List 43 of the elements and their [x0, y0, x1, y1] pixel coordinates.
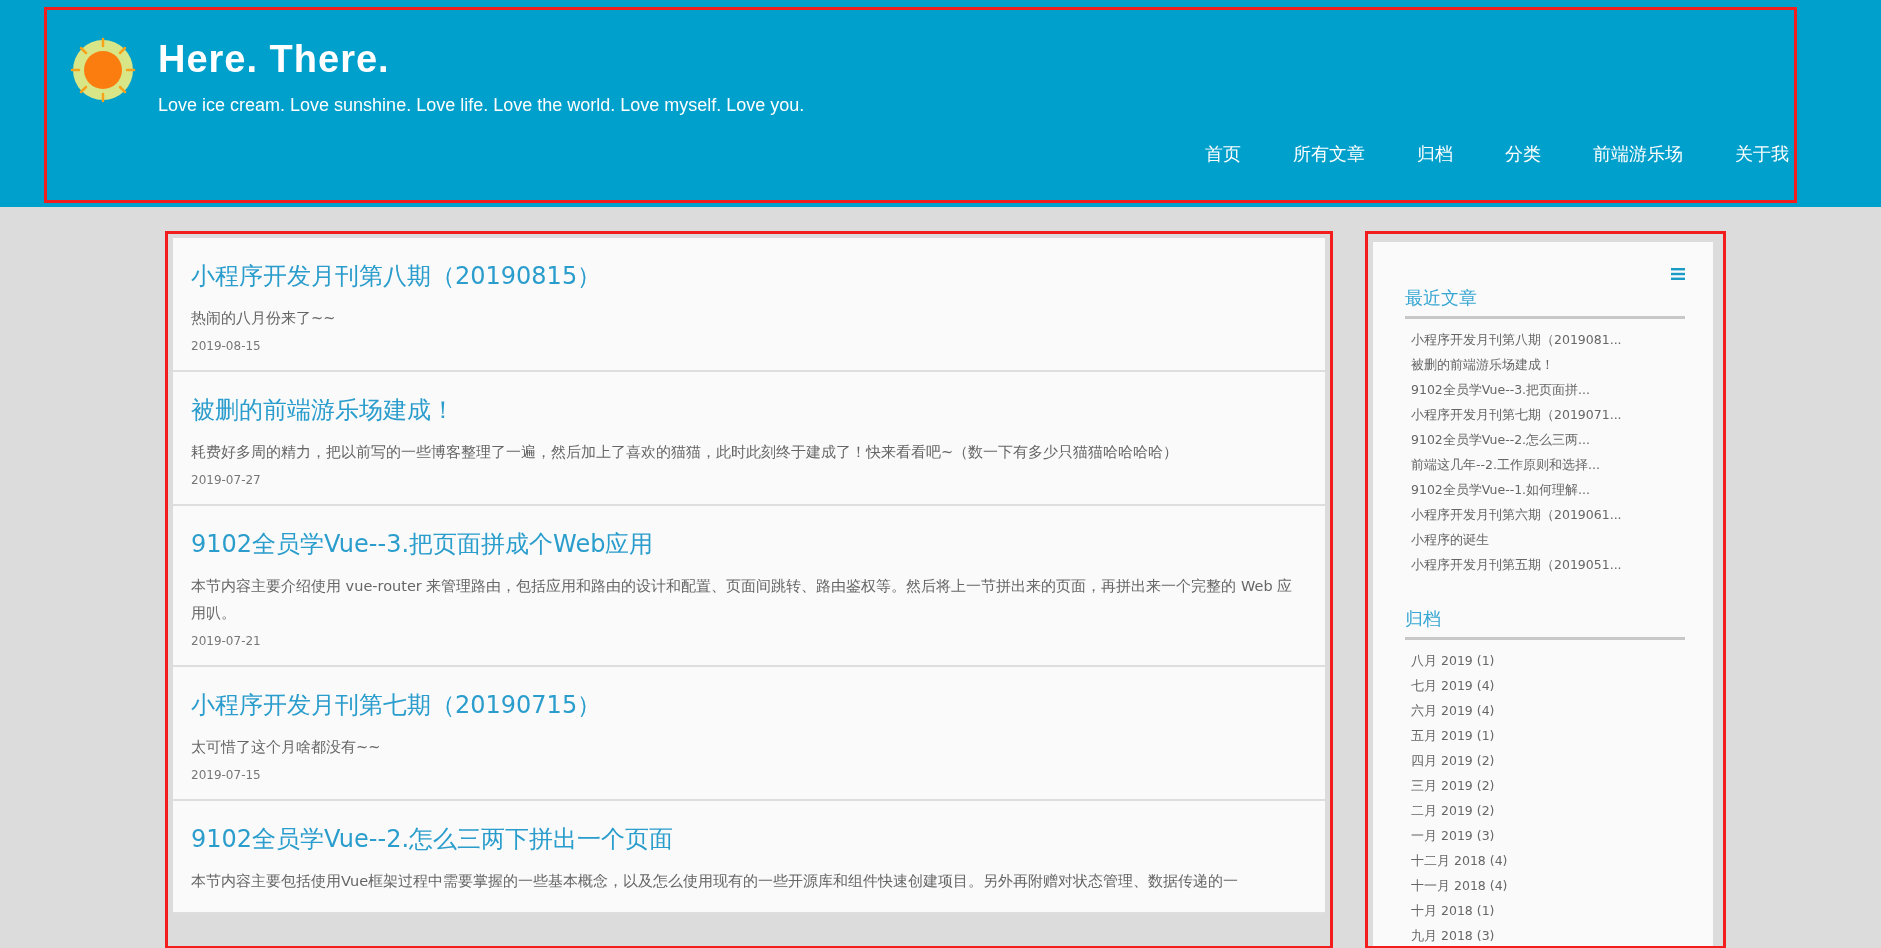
- sidebar-link[interactable]: 小程序开发月刊第八期（2019081...: [1405, 327, 1685, 352]
- sidebar-link[interactable]: 七月 2019 (4): [1405, 673, 1685, 698]
- sidebar-link[interactable]: 小程序开发月刊第六期（2019061...: [1405, 502, 1685, 527]
- site-tagline: Love ice cream. Love sunshine. Love life. Love the world. Love myself. Love you.: [158, 95, 805, 116]
- menu-icon[interactable]: [1671, 268, 1685, 280]
- sidebar-link[interactable]: 小程序的诞生: [1405, 527, 1685, 552]
- nav-link[interactable]: 前端游乐场: [1593, 142, 1683, 166]
- sidebar-link[interactable]: 一月 2019 (3): [1405, 823, 1685, 848]
- post-summary: 本节内容主要介绍使用 vue-router 来管理路由，包括应用和路由的设计和配置、页面间跳转、路由鉴权等。然后将上一节拼出来的页面，再拼出来一个完整的 Web 应用叭。: [191, 577, 1294, 623]
- sidebar-link[interactable]: 八月 2019 (1): [1405, 648, 1685, 673]
- sidebar-link[interactable]: 小程序开发月刊第七期（2019071...: [1405, 402, 1685, 427]
- sidebar-link[interactable]: 五月 2019 (1): [1405, 723, 1685, 748]
- sun-icon: [68, 35, 138, 105]
- sidebar-link[interactable]: 四月 2019 (2): [1405, 748, 1685, 773]
- post-date: 2019-07-15: [191, 768, 262, 782]
- sidebar-link[interactable]: 十二月 2018 (4): [1405, 848, 1685, 873]
- post-date: 2019-08-15: [191, 339, 262, 353]
- post-date: 2019-07-27: [191, 473, 262, 487]
- section-heading: 归档: [1405, 607, 1685, 640]
- post-summary: 太可惜了这个月啥都没有~~: [191, 738, 382, 757]
- sidebar-link[interactable]: 9102全员学Vue--2.怎么三两...: [1405, 427, 1685, 452]
- sidebar-link[interactable]: 六月 2019 (4): [1405, 698, 1685, 723]
- nav-link[interactable]: 关于我: [1735, 142, 1789, 166]
- post-summary: 热闹的八月份来了~~: [191, 309, 337, 328]
- sidebar-link[interactable]: 前端这几年--2.工作原则和选择...: [1405, 452, 1685, 477]
- sidebar-link[interactable]: 二月 2019 (2): [1405, 798, 1685, 823]
- sidebar-link[interactable]: 三月 2019 (2): [1405, 773, 1685, 798]
- sidebar-link[interactable]: 被删的前端游乐场建成！: [1405, 352, 1685, 377]
- sidebar-link[interactable]: 十一月 2018 (4): [1405, 873, 1685, 898]
- nav-link[interactable]: 所有文章: [1293, 142, 1365, 166]
- sidebar-link[interactable]: 9102全员学Vue--1.如何理解...: [1405, 477, 1685, 502]
- nav-link[interactable]: 首页: [1205, 142, 1241, 166]
- site-title: Here. There.: [158, 38, 391, 81]
- post-date: 2019-07-21: [191, 634, 262, 648]
- sidebar-link[interactable]: 9102全员学Vue--3.把页面拼...: [1405, 377, 1685, 402]
- nav-link[interactable]: 归档: [1417, 142, 1453, 166]
- sidebar-link[interactable]: 九月 2018 (3): [1405, 923, 1685, 948]
- sidebar-link[interactable]: 十月 2018 (1): [1405, 898, 1685, 923]
- sidebar-link[interactable]: 小程序开发月刊第五期（2019051...: [1405, 552, 1685, 577]
- post-summary: 耗费好多周的精力，把以前写的一些博客整理了一遍，然后加上了喜欢的猫猫，此时此刻终于建成了！快来看看吧~（数一下有多少只猫猫哈哈哈哈）: [191, 443, 1180, 462]
- nav-link[interactable]: 分类: [1505, 142, 1541, 166]
- section-heading: 最近文章: [1405, 286, 1685, 319]
- post-summary: 本节内容主要包括使用Vue框架过程中需要掌握的一些基本概念，以及怎么使用现有的一些开源库和组件快速创建项目。另外再附赠对状态管理、数据传递的一: [191, 872, 1240, 891]
